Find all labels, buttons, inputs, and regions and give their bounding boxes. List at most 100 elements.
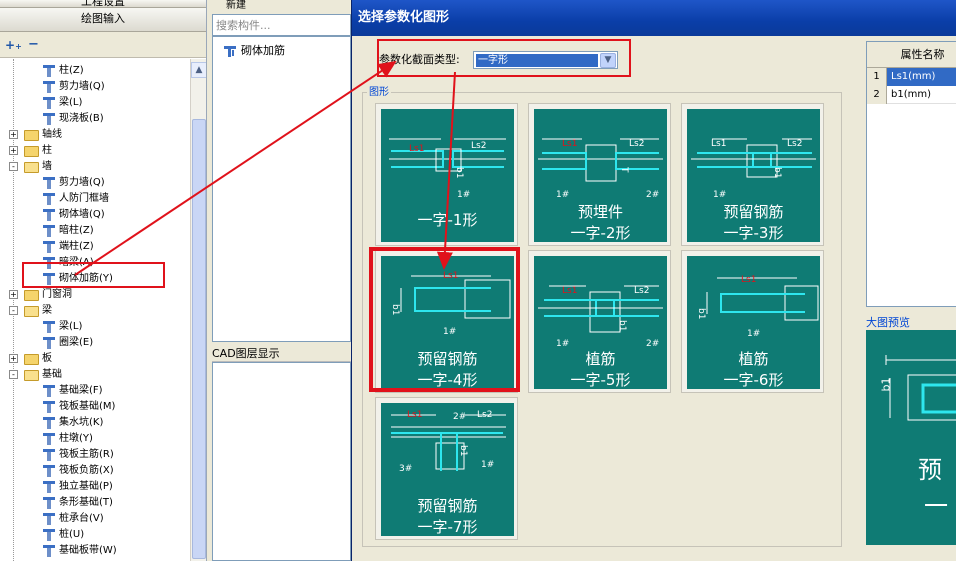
tree-item[interactable]: 集水坑(K) bbox=[42, 415, 103, 431]
search-component-input[interactable]: 搜索构件... bbox=[212, 14, 351, 36]
tree-item[interactable]: 人防门框墙 bbox=[42, 191, 109, 207]
expand-icon[interactable]: + bbox=[9, 130, 18, 139]
tree-item-label: 条形基础(T) bbox=[59, 497, 113, 508]
select-parametric-shape-dialog: 选择参数化图形 参数化截面类型: 一字形 ▼ 图形 Ls1 Ls2 b1 1# 一字-1… bbox=[351, 0, 956, 561]
expand-icon[interactable]: + bbox=[9, 290, 18, 299]
tree-item[interactable]: 柱墩(Y) bbox=[42, 431, 93, 447]
project-settings-button[interactable]: 工程设置 bbox=[0, 0, 206, 8]
svg-text:b1: b1 bbox=[772, 167, 782, 178]
tile-label-line2: 一字-6形 bbox=[723, 371, 784, 389]
tree-item[interactable]: 筏板负筋(X) bbox=[42, 463, 114, 479]
tree-item[interactable]: 筏板主筋(R) bbox=[42, 447, 114, 463]
list-item-label: 砌体加筋 bbox=[241, 44, 285, 57]
expand-icon[interactable]: + bbox=[9, 146, 18, 155]
tree-item[interactable]: 梁 bbox=[24, 303, 52, 319]
tree-item[interactable]: 板 bbox=[24, 351, 52, 367]
tree-item[interactable]: 墙 bbox=[24, 159, 52, 175]
row-number: 1 bbox=[867, 68, 887, 86]
tree-item[interactable]: 基础板带(W) bbox=[42, 543, 117, 559]
masonry-rebar-icon bbox=[223, 44, 237, 58]
scroll-up-button[interactable]: ▲ bbox=[191, 62, 206, 78]
tree-item[interactable]: 剪力墙(Q) bbox=[42, 175, 105, 191]
tree-item[interactable]: 轴线 bbox=[24, 127, 62, 143]
tree-item[interactable]: 柱(Z) bbox=[42, 63, 84, 79]
svg-text:b1: b1 bbox=[696, 308, 706, 319]
new-button[interactable]: 新建 bbox=[226, 0, 246, 10]
svg-text:Ls2: Ls2 bbox=[471, 141, 486, 151]
shape-diagram: Ls1 Ls2 2# b1 3# 1# 预留钢筋 一字-7形 bbox=[381, 403, 514, 536]
tree-toolbar: ++ − bbox=[0, 32, 206, 58]
tree-item[interactable]: 梁(L) bbox=[42, 95, 82, 111]
tree-item[interactable]: 基础 bbox=[24, 367, 62, 383]
svg-text:Ls1: Ls1 bbox=[741, 275, 756, 285]
tree-item[interactable]: 现浇板(B) bbox=[42, 111, 104, 127]
collapse-icon[interactable]: - bbox=[9, 306, 18, 315]
expand-icon[interactable]: + bbox=[9, 354, 18, 363]
shape-diagram: Ls1 Ls2 b1 1# 2# 植筋 一字-5形 bbox=[534, 256, 667, 389]
tree-item[interactable]: 柱 bbox=[24, 143, 52, 159]
scroll-thumb[interactable] bbox=[192, 119, 206, 559]
tree-item-label: 圈梁(E) bbox=[59, 337, 94, 348]
collapse-icon[interactable]: - bbox=[9, 162, 18, 171]
shear-wall-icon bbox=[42, 176, 56, 190]
tree-item-label: 板 bbox=[42, 353, 52, 364]
tree-item[interactable]: 圈梁(E) bbox=[42, 335, 93, 351]
highlight-box-selected-tile bbox=[369, 247, 520, 392]
shape-tile-2[interactable]: Ls1 Ls2 T 1# 2# 预埋件 一字-2形 bbox=[528, 103, 671, 246]
tree-item[interactable]: 独立基础(P) bbox=[42, 479, 113, 495]
tree-item-label: 梁 bbox=[42, 305, 52, 316]
isolated-foundation-icon bbox=[42, 480, 56, 494]
column-pier-icon bbox=[42, 432, 56, 446]
tree-item-label: 基础梁(F) bbox=[59, 385, 103, 396]
door-frame-wall-icon bbox=[42, 192, 56, 206]
tree-item[interactable]: 条形基础(T) bbox=[42, 495, 113, 511]
pile-icon bbox=[42, 528, 56, 542]
tree-item[interactable]: 端柱(Z) bbox=[42, 239, 94, 255]
tree-item-label: 集水坑(K) bbox=[59, 417, 104, 428]
component-list-panel: 新建 搜索构件... 砌体加筋 CAD图层显示 bbox=[208, 0, 351, 561]
tree-item[interactable]: 梁(L) bbox=[42, 319, 82, 335]
shape-tile-5[interactable]: Ls1 Ls2 b1 1# 2# 植筋 一字-5形 bbox=[528, 250, 671, 393]
cad-layer-list bbox=[212, 362, 351, 561]
tree-item[interactable]: 桩(U) bbox=[42, 527, 84, 543]
shape-group-label: 图形 bbox=[367, 83, 391, 98]
tree-item-label: 桩(U) bbox=[59, 529, 85, 540]
folder-open-icon bbox=[24, 305, 39, 317]
collapse-all-icon[interactable]: − bbox=[28, 37, 39, 52]
svg-text:1#: 1# bbox=[457, 190, 470, 200]
tree-item[interactable]: 桩承台(V) bbox=[42, 511, 104, 527]
preview-label: 大图预览 bbox=[866, 316, 910, 329]
tree-item[interactable]: 暗柱(Z) bbox=[42, 223, 94, 239]
tree-item[interactable]: 基础梁(F) bbox=[42, 383, 103, 399]
tile-label-line2: 一字-2形 bbox=[570, 224, 631, 242]
tree-item[interactable]: 筏板基础(M) bbox=[42, 399, 115, 415]
shape-diagram: Ls1 Ls2 b1 1# 预留钢筋 一字-3形 bbox=[687, 109, 820, 242]
svg-text:1#: 1# bbox=[747, 329, 760, 339]
property-name-header: 属性名称 bbox=[900, 48, 945, 61]
drawing-input-button[interactable]: 绘图输入 bbox=[0, 8, 206, 32]
tree-scrollbar[interactable]: ▲ bbox=[190, 59, 206, 561]
property-row-b1[interactable]: b1(mm) bbox=[887, 86, 956, 104]
svg-text:T: T bbox=[619, 166, 629, 173]
tree-item[interactable]: 砌体墙(Q) bbox=[42, 207, 105, 223]
cad-layer-title: CAD图层显示 bbox=[212, 346, 351, 362]
tree-item[interactable]: 剪力墙(Q) bbox=[42, 79, 105, 95]
tile-label-line1: 植筋 bbox=[738, 350, 769, 368]
tree-item-label: 柱(Z) bbox=[59, 65, 84, 76]
folder-icon bbox=[24, 129, 39, 141]
shape-tile-7[interactable]: Ls1 Ls2 2# b1 3# 1# 预留钢筋 一字-7形 bbox=[375, 397, 518, 540]
property-row-ls1[interactable]: Ls1(mm) bbox=[887, 68, 956, 86]
tile-label-line1: 预留钢筋 bbox=[723, 203, 784, 221]
preview-text-1: 预 bbox=[918, 456, 942, 484]
preview-text-2: 一 bbox=[924, 492, 948, 520]
list-item[interactable]: 砌体加筋 bbox=[223, 43, 285, 59]
column-icon bbox=[42, 64, 56, 78]
expand-all-icon[interactable]: ++ bbox=[5, 38, 22, 52]
tree-item[interactable]: 门窗洞 bbox=[24, 287, 72, 303]
shape-tile-1[interactable]: Ls1 Ls2 b1 1# 一字-1形 bbox=[375, 103, 518, 246]
beam-icon bbox=[42, 96, 56, 110]
shape-tile-6[interactable]: Ls1 b1 1# 植筋一字-6形 bbox=[681, 250, 824, 393]
shape-tile-3[interactable]: Ls1 Ls2 b1 1# 预留钢筋 一字-3形 bbox=[681, 103, 824, 246]
collapse-icon[interactable]: - bbox=[9, 370, 18, 379]
slab-icon bbox=[42, 112, 56, 126]
